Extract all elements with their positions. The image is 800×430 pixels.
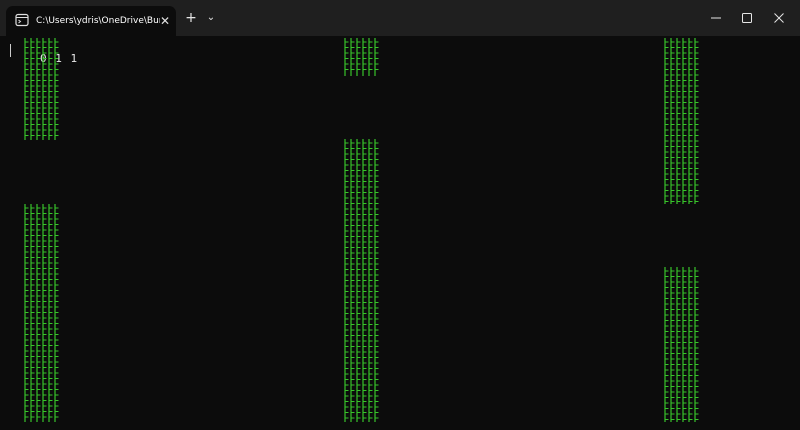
maximize-button[interactable] [731,0,763,36]
terminal-icon [15,13,29,27]
terminal-tab[interactable]: C:\Users\ydris\OneDrive\Bureau ✕ [6,6,176,36]
pipe-top-2 [343,38,383,76]
title-bar: C:\Users\ydris\OneDrive\Bureau ✕ + ⌄ [0,0,800,36]
close-tab-button[interactable]: ✕ [156,12,174,30]
pipe-bottom-2 [343,139,383,422]
terminal-area[interactable]: 0 1 1 [0,36,800,430]
tab-title: C:\Users\ydris\OneDrive\Bureau [36,16,160,26]
pipe-top-1 [23,38,63,140]
pipe-glyphs [344,38,379,76]
maximize-icon [742,13,752,23]
new-tab-button[interactable]: + [182,8,200,28]
pipe-bottom-3 [663,267,703,422]
terminal-window: C:\Users\ydris\OneDrive\Bureau ✕ + ⌄ 0 1… [0,0,800,430]
close-window-button[interactable] [763,0,795,36]
pipe-bottom-1 [23,204,63,422]
pipe-glyphs [344,139,379,422]
pipe-glyphs [664,38,699,204]
close-icon [774,13,784,23]
pipe-top-3 [663,38,703,204]
pipe-glyphs [664,267,699,422]
pipe-glyphs [24,204,59,422]
minimize-icon [711,17,721,19]
pipe-glyphs [24,38,59,140]
tab-dropdown-button[interactable]: ⌄ [202,8,220,28]
minimize-button[interactable] [700,0,732,36]
text-cursor [10,44,11,57]
